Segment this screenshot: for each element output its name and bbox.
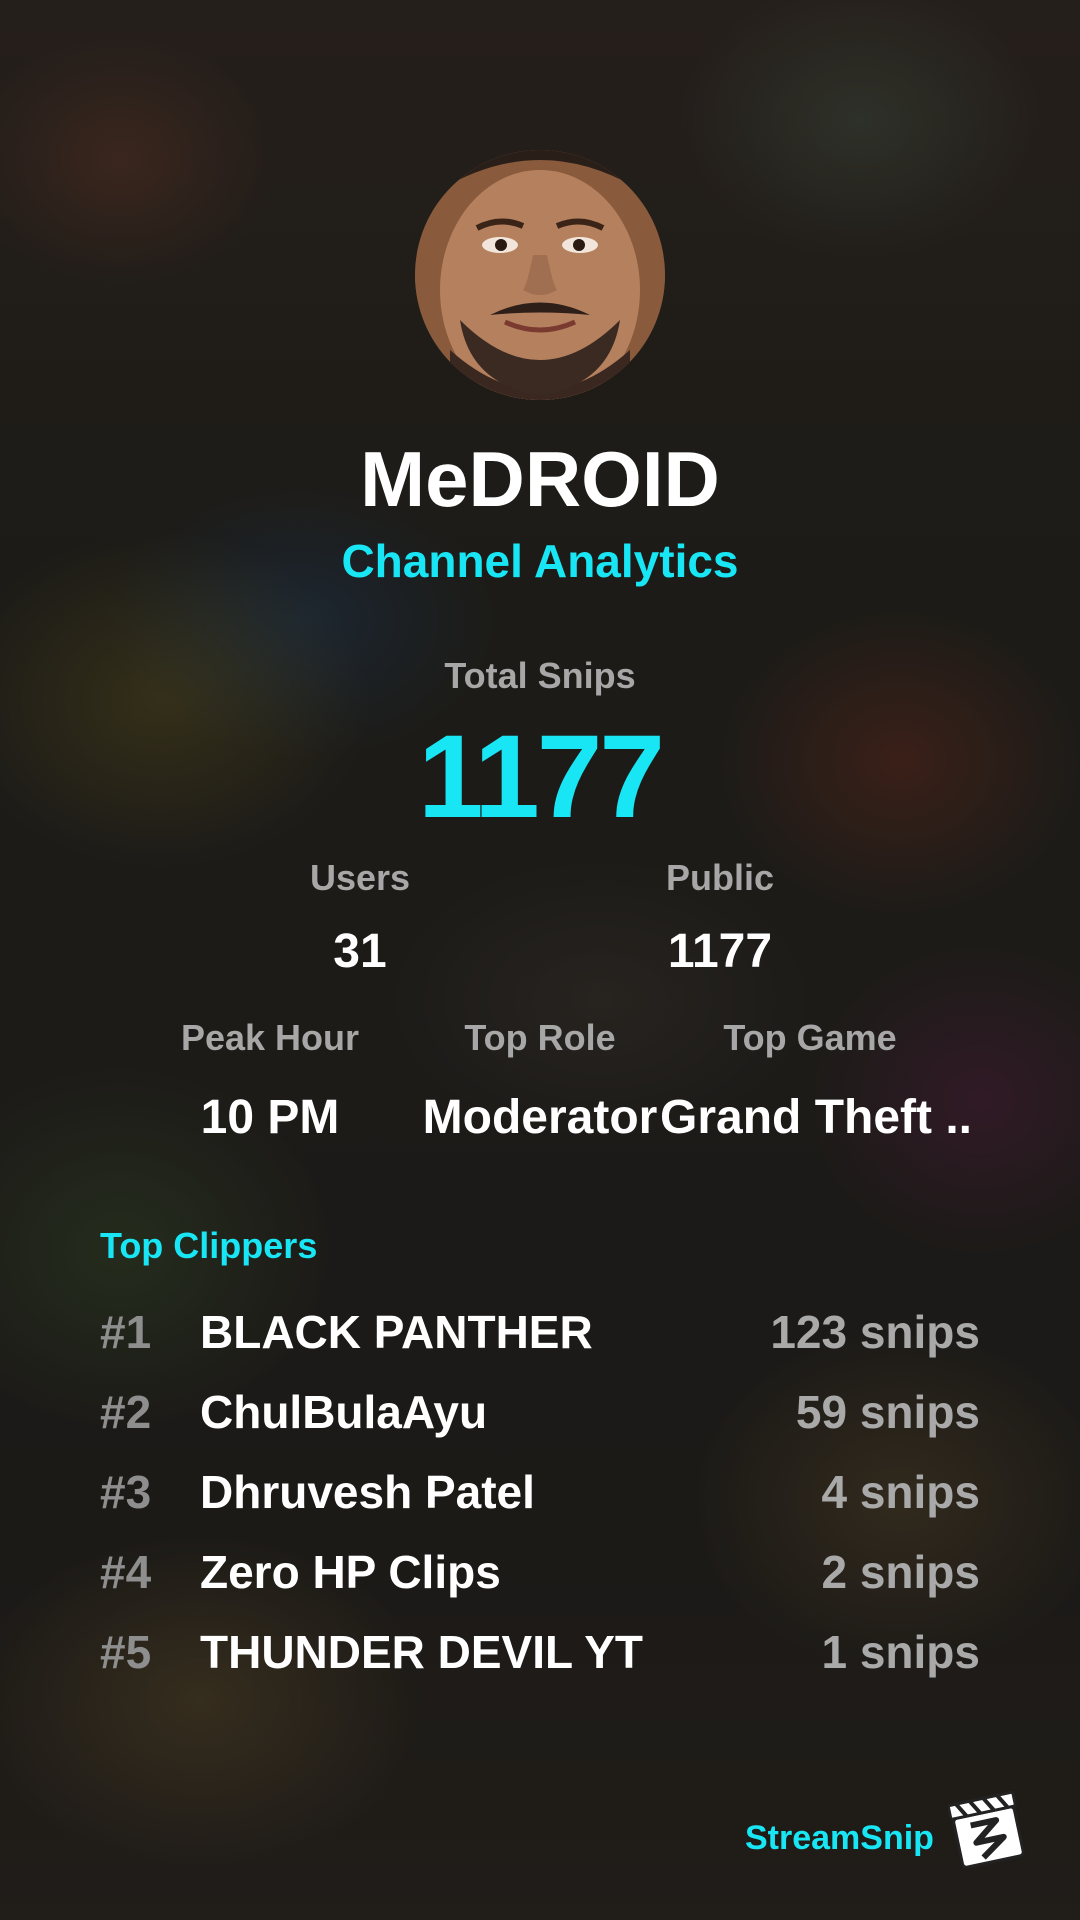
clipper-row: #4 Zero HP Clips 2 snips (100, 1542, 980, 1602)
clipper-name: BLACK PANTHER (200, 1306, 593, 1358)
clipper-name: ChulBulaAyu (200, 1386, 488, 1438)
stat-top-role-label: Top Role (464, 1017, 616, 1058)
clipper-count: 1 snips (821, 1626, 980, 1678)
total-snips-value: 1177 (418, 711, 665, 843)
stat-users-label: Users (309, 857, 411, 898)
clipper-row: #2 ChulBulaAyu 59 snips (100, 1382, 980, 1442)
clipper-count: 59 snips (795, 1386, 980, 1438)
top-clippers-title: Top Clippers (100, 1225, 318, 1266)
stat-top-role: Top Role Moderator (410, 1020, 670, 1142)
stat-public: Public 1177 (610, 860, 830, 976)
clipper-count: 2 snips (821, 1546, 980, 1598)
stat-peak-hour-label: Peak Hour (180, 1017, 360, 1058)
face-icon (415, 150, 665, 400)
stat-public-label: Public (665, 857, 775, 898)
stat-public-value: 1177 (667, 925, 773, 978)
stat-users-value: 31 (333, 925, 387, 978)
stat-peak-hour: Peak Hour 10 PM (150, 1020, 390, 1142)
total-snips-label: Total Snips (444, 655, 636, 696)
stat-top-game-value: Grand Theft .. (660, 1091, 972, 1144)
stat-users: Users 31 (250, 860, 470, 976)
clipper-name: Dhruvesh Patel (200, 1466, 535, 1518)
clipper-name: Zero HP Clips (200, 1546, 501, 1598)
stat-top-game-label: Top Game (723, 1017, 897, 1058)
page-subtitle: Channel Analytics (341, 535, 739, 587)
clipper-count: 123 snips (770, 1306, 980, 1358)
analytics-card: MeDROID Channel Analytics Total Snips 11… (0, 0, 1080, 1920)
stat-peak-hour-value: 10 PM (200, 1091, 340, 1144)
clipper-row: #5 THUNDER DEVIL YT 1 snips (100, 1622, 980, 1682)
clipper-rank: #3 (100, 1466, 152, 1518)
clipper-rank: #2 (100, 1386, 152, 1438)
clipper-rank: #4 (100, 1546, 152, 1598)
clapperboard-logo-icon (946, 1790, 1028, 1870)
clipper-row: #1 BLACK PANTHER 123 snips (100, 1302, 980, 1362)
channel-name: MeDROID (360, 435, 720, 523)
clipper-rank: #5 (100, 1626, 152, 1678)
clipper-row: #3 Dhruvesh Patel 4 snips (100, 1462, 980, 1522)
clipper-count: 4 snips (821, 1466, 980, 1518)
stat-top-role-value: Moderator (422, 1091, 658, 1144)
clipper-rank: #1 (100, 1306, 152, 1358)
clipper-name: THUNDER DEVIL YT (200, 1626, 644, 1678)
channel-avatar (415, 150, 665, 400)
stat-top-game: Top Game Grand Theft .. (660, 1017, 972, 1144)
brand-name: StreamSnip (745, 1819, 934, 1857)
